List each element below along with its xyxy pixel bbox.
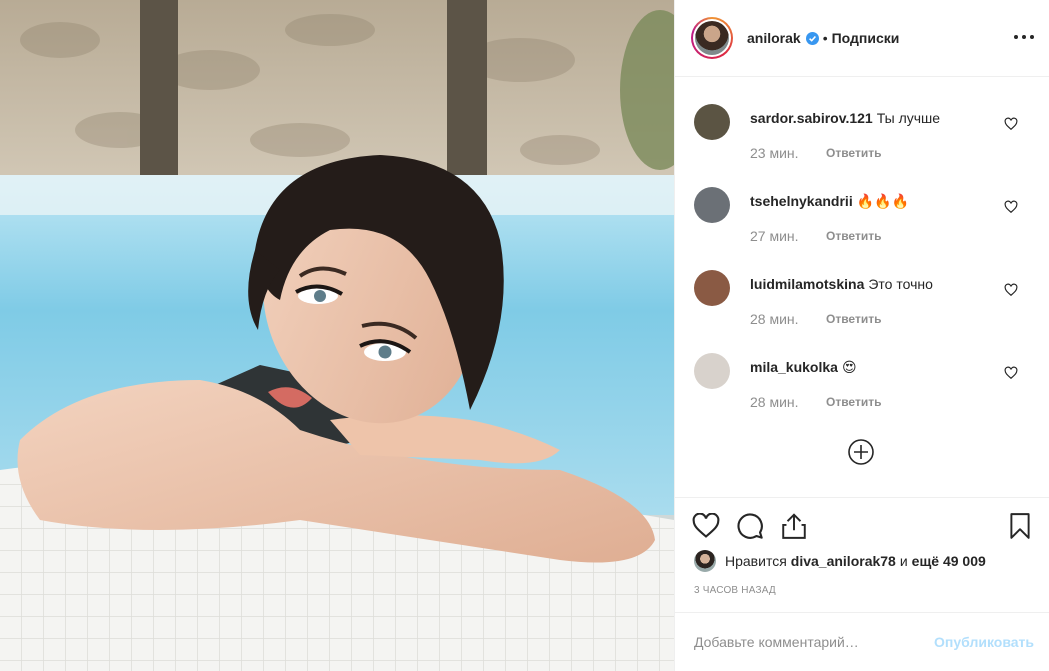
comment-meta: 27 мин. Ответить bbox=[750, 228, 881, 244]
follow-button[interactable]: Подписки bbox=[832, 30, 900, 46]
reply-button[interactable]: Ответить bbox=[826, 146, 881, 161]
reply-button[interactable]: Ответить bbox=[826, 312, 881, 327]
reply-button[interactable]: Ответить bbox=[826, 395, 881, 410]
post-photo[interactable] bbox=[0, 0, 674, 671]
comment-username[interactable]: tsehelnykandrii bbox=[750, 193, 853, 209]
comment-body: tsehelnykandrii 🔥🔥🔥 bbox=[750, 192, 1000, 210]
author-avatar[interactable] bbox=[691, 17, 733, 59]
comment-meta: 28 мин. Ответить bbox=[750, 394, 881, 410]
publish-button[interactable]: Опубликовать bbox=[934, 634, 1034, 650]
comment-time: 28 мин. bbox=[750, 394, 799, 410]
comment-meta: 28 мин. Ответить bbox=[750, 311, 881, 327]
separator-dot: • bbox=[822, 30, 828, 46]
heart-icon[interactable] bbox=[691, 511, 721, 541]
comment-avatar[interactable] bbox=[694, 353, 730, 389]
comment-time: 27 мин. bbox=[750, 228, 799, 244]
comment-text: Это точно bbox=[868, 276, 933, 292]
comment-input[interactable] bbox=[694, 634, 935, 650]
comment-username[interactable]: mila_kukolka bbox=[750, 359, 838, 375]
comment-avatar[interactable] bbox=[694, 104, 730, 140]
likes-conjunction: и bbox=[899, 553, 908, 569]
likes-summary: Нравится diva_anilorak78 и ещё 49 009 bbox=[694, 550, 986, 572]
comment-body: luidmilamotskina Это точно bbox=[750, 275, 1000, 293]
post-modal: anilorak • Подписки sardor.sabirov.121 Ты… bbox=[0, 0, 1049, 671]
share-icon[interactable] bbox=[779, 511, 809, 541]
comment-time: 23 мин. bbox=[750, 145, 799, 161]
comment-icon[interactable] bbox=[735, 511, 765, 541]
comment-username[interactable]: sardor.sabirov.121 bbox=[750, 110, 873, 126]
post-timestamp[interactable]: 3 часов назад bbox=[694, 585, 776, 596]
post-header: anilorak • Подписки bbox=[675, 0, 1049, 77]
author-info: anilorak • Подписки bbox=[747, 30, 899, 46]
liker-username[interactable]: diva_anilorak78 bbox=[791, 553, 896, 569]
comment-time: 28 мин. bbox=[750, 311, 799, 327]
comment-avatar[interactable] bbox=[694, 270, 730, 306]
like-heart-icon[interactable] bbox=[1004, 366, 1018, 380]
comment-text: Ты лучше bbox=[876, 110, 941, 126]
comments-list: sardor.sabirov.121 Ты лучше 23 мин. Ответ… bbox=[675, 77, 1049, 497]
comment-username[interactable]: luidmilamotskina bbox=[750, 276, 864, 292]
author-username[interactable]: anilorak bbox=[747, 30, 801, 46]
post-side-panel: anilorak • Подписки sardor.sabirov.121 Ты… bbox=[674, 0, 1049, 671]
like-heart-icon[interactable] bbox=[1004, 200, 1018, 214]
comment-meta: 23 мин. Ответить bbox=[750, 145, 881, 161]
like-heart-icon[interactable] bbox=[1004, 117, 1018, 131]
likes-count[interactable]: ещё 49 009 bbox=[912, 553, 986, 569]
comment-body: mila_kukolka 😍 bbox=[750, 358, 1000, 376]
likes-prefix: Нравится bbox=[725, 553, 787, 569]
comment-text: 😍 bbox=[841, 359, 857, 375]
load-more-plus-icon[interactable] bbox=[847, 438, 875, 466]
comment-item: mila_kukolka 😍 28 мин. Ответить bbox=[675, 326, 1049, 410]
liker-avatar[interactable] bbox=[694, 550, 716, 572]
comment-body: sardor.sabirov.121 Ты лучше bbox=[750, 109, 1000, 127]
post-actions-bar bbox=[675, 497, 1049, 552]
comment-item: luidmilamotskina Это точно 28 мин. Ответи… bbox=[675, 243, 1049, 327]
more-options-icon[interactable] bbox=[1014, 27, 1034, 47]
comment-text: 🔥🔥🔥 bbox=[856, 193, 909, 209]
verified-badge-icon bbox=[805, 31, 819, 45]
comment-item: sardor.sabirov.121 Ты лучше 23 мин. Ответ… bbox=[675, 77, 1049, 161]
add-comment-bar: Опубликовать bbox=[675, 612, 1049, 671]
bookmark-icon[interactable] bbox=[1005, 511, 1035, 541]
comment-avatar[interactable] bbox=[694, 187, 730, 223]
like-heart-icon[interactable] bbox=[1004, 283, 1018, 297]
comment-item: tsehelnykandrii 🔥🔥🔥 27 мин. Ответить bbox=[675, 160, 1049, 244]
photo-illustration bbox=[0, 0, 674, 671]
reply-button[interactable]: Ответить bbox=[826, 229, 881, 244]
